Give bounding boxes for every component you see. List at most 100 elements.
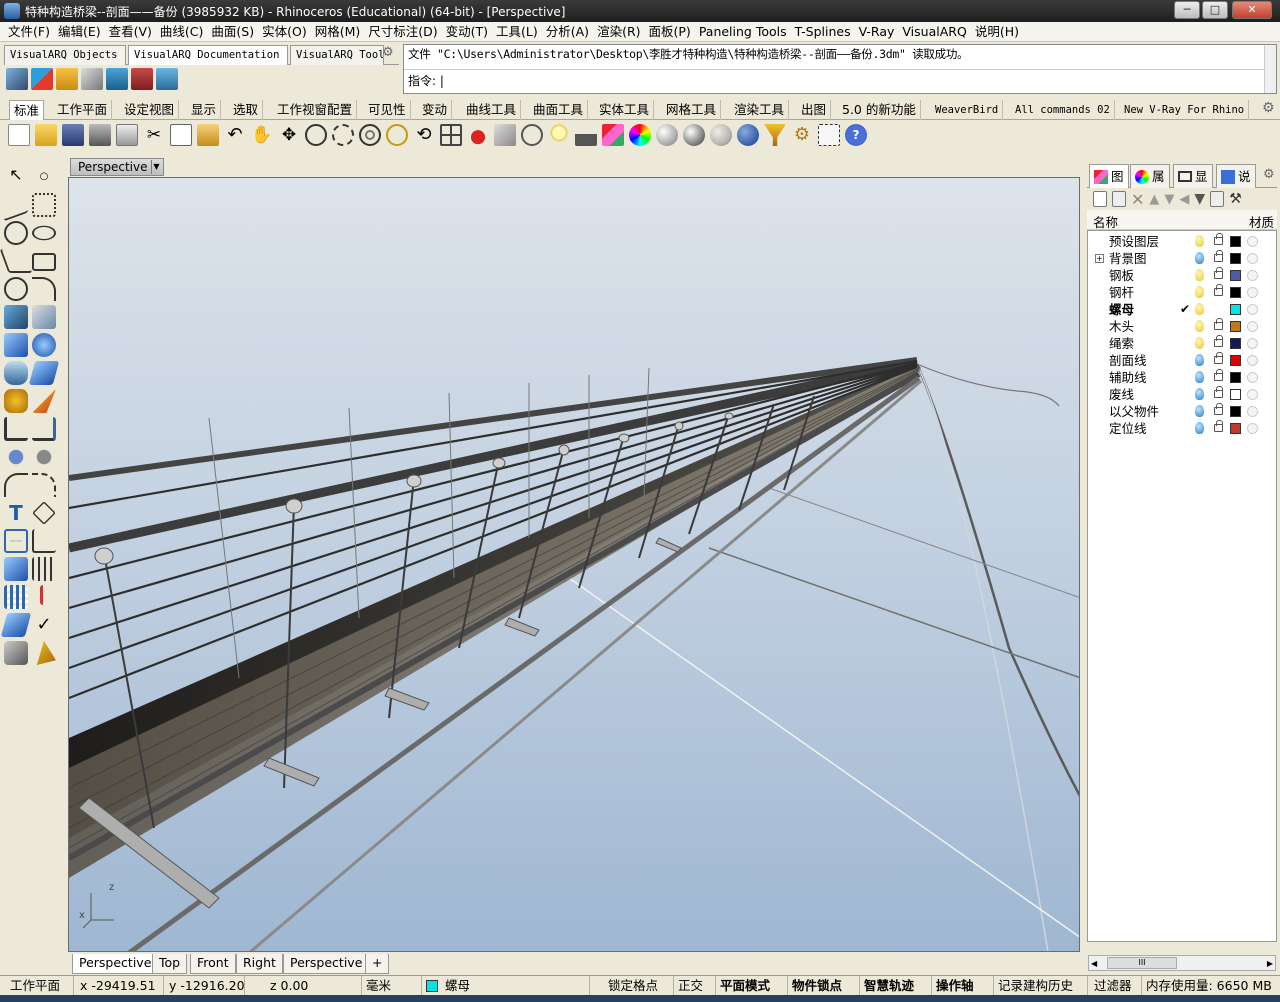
menu-mesh[interactable]: 网格(M): [311, 22, 365, 42]
group-icon[interactable]: [32, 445, 56, 469]
object-snap-icon[interactable]: [521, 124, 543, 146]
minimize-button[interactable]: ─: [1174, 1, 1200, 19]
material-sphere-icon[interactable]: [1247, 406, 1258, 417]
lightbulb-icon[interactable]: [1195, 388, 1204, 400]
lock-icon[interactable]: [1214, 284, 1223, 296]
polyline-icon[interactable]: [4, 188, 28, 222]
tab-visualarq-documentation[interactable]: VisualARQ Documentation: [128, 45, 288, 65]
ellipse-icon[interactable]: [32, 225, 56, 241]
cut-icon[interactable]: ✂: [143, 124, 165, 146]
xray-icon[interactable]: [710, 124, 732, 146]
array-icon[interactable]: [4, 585, 28, 609]
tab-layers[interactable]: 图: [1089, 164, 1129, 188]
surface-icon[interactable]: [4, 305, 28, 329]
window-object-icon[interactable]: [31, 68, 53, 90]
gear-icon[interactable]: ⚙: [1263, 167, 1275, 182]
properties-icon[interactable]: [494, 124, 516, 146]
menu-help[interactable]: 说明(H): [971, 22, 1023, 42]
lock-icon[interactable]: [1214, 403, 1223, 415]
layer-row[interactable]: 辅助线: [1088, 369, 1276, 386]
four-viewports-icon[interactable]: [440, 124, 462, 146]
solid-edit-icon[interactable]: [4, 557, 28, 581]
panel-horizontal-scrollbar[interactable]: ◀ III ▶: [1088, 955, 1276, 971]
offset-icon[interactable]: [32, 473, 56, 497]
perspective-viewport[interactable]: z x: [68, 177, 1080, 952]
gear-icon[interactable]: ⚙: [791, 124, 813, 146]
analyze-icon[interactable]: [0, 613, 32, 637]
status-smarttrack[interactable]: 智慧轨迹: [860, 976, 932, 996]
rendered-icon[interactable]: [683, 124, 705, 146]
tab-display-panel[interactable]: 显: [1173, 164, 1213, 188]
render-sphere-icon[interactable]: [737, 124, 759, 146]
lightbulb-icon[interactable]: [1195, 303, 1204, 315]
menu-analyze[interactable]: 分析(A): [542, 22, 593, 42]
tab-transform[interactable]: 变动: [418, 100, 453, 120]
tab-perspective-2[interactable]: Perspective: [283, 954, 370, 974]
lock-icon[interactable]: [1214, 386, 1223, 398]
layer-row[interactable]: 定位线: [1088, 420, 1276, 437]
house-icon[interactable]: [106, 68, 128, 90]
tab-properties[interactable]: 属: [1130, 164, 1170, 188]
lock-icon[interactable]: [1214, 318, 1223, 330]
expand-icon[interactable]: +: [1095, 254, 1104, 263]
text-icon[interactable]: T: [4, 501, 28, 525]
tab-mesh-tools[interactable]: 网格工具: [662, 100, 722, 120]
scroll-left-icon[interactable]: ◀: [1091, 959, 1097, 968]
layer-color-swatch[interactable]: [1230, 355, 1241, 366]
chevron-down-icon[interactable]: ▼: [151, 160, 161, 174]
tab-visibility[interactable]: 可见性: [364, 100, 411, 120]
rotate-icon[interactable]: ⟲: [413, 124, 435, 146]
lightbulb-icon[interactable]: [548, 124, 570, 146]
rotate-view-icon[interactable]: ✥: [278, 124, 300, 146]
lock-icon[interactable]: [1214, 335, 1223, 347]
menu-transform[interactable]: 变动(T): [442, 22, 492, 42]
tab-weaverbird[interactable]: WeaverBird: [931, 100, 1004, 120]
menu-curve[interactable]: 曲线(C): [156, 22, 207, 42]
wall-icon[interactable]: [6, 68, 28, 90]
lightbulb-icon[interactable]: [1195, 269, 1204, 281]
help-icon[interactable]: ?: [845, 124, 867, 146]
lightbulb-icon[interactable]: [1195, 337, 1204, 349]
lightbulb-icon[interactable]: [1195, 286, 1204, 298]
tab-visualarq-tools[interactable]: VisualARQ Tool: [290, 45, 384, 65]
paste-icon[interactable]: [197, 124, 219, 146]
fillet-edge-icon[interactable]: [4, 473, 28, 497]
layer-row[interactable]: 剖面线: [1088, 352, 1276, 369]
layer-color-swatch[interactable]: [1230, 423, 1241, 434]
lightbulb-icon[interactable]: [1195, 371, 1204, 383]
material-sphere-icon[interactable]: [1247, 372, 1258, 383]
tab-new-in-v5[interactable]: 5.0 的新功能: [838, 100, 921, 120]
layer-color-swatch[interactable]: [1230, 372, 1241, 383]
lightbulb-icon[interactable]: [1195, 320, 1204, 332]
gear-icon[interactable]: ⚙: [382, 45, 394, 60]
layer-row[interactable]: 废线: [1088, 386, 1276, 403]
tab-viewport-layout[interactable]: 工作视窗配置: [273, 100, 358, 120]
command-line[interactable]: 指令: |: [404, 69, 1264, 91]
menu-vray[interactable]: V-Ray: [855, 22, 899, 42]
box-icon[interactable]: [4, 333, 28, 357]
tab-drafting[interactable]: 出图: [797, 100, 832, 120]
tools-icon[interactable]: ⚒: [1229, 191, 1242, 207]
tab-perspective[interactable]: Perspective: [72, 954, 159, 974]
scroll-thumb[interactable]: III: [1107, 957, 1177, 969]
boolean-icon[interactable]: [32, 389, 56, 413]
arc-icon[interactable]: [0, 249, 33, 273]
move-down-icon[interactable]: ▼: [1164, 192, 1174, 207]
lightbulb-icon[interactable]: [1195, 252, 1204, 264]
move-up-icon[interactable]: ▲: [1149, 192, 1159, 207]
scroll-right-icon[interactable]: ▶: [1267, 959, 1273, 968]
align-icon[interactable]: [40, 585, 64, 605]
layer-row[interactable]: 钢板: [1088, 267, 1276, 284]
layer-color-swatch[interactable]: [1230, 321, 1241, 332]
status-planar[interactable]: 平面模式: [716, 976, 788, 996]
material-sphere-icon[interactable]: [1247, 321, 1258, 332]
tab-render-tools[interactable]: 渲染工具: [730, 100, 790, 120]
layer-row[interactable]: + 背景图: [1088, 250, 1276, 267]
status-record-history[interactable]: 记录建构历史: [994, 976, 1088, 996]
layer-row[interactable]: 钢杆: [1088, 284, 1276, 301]
material-sphere-icon[interactable]: [1247, 304, 1258, 315]
tab-select[interactable]: 选取: [229, 100, 264, 120]
tab-front[interactable]: Front: [190, 954, 236, 974]
undo-icon[interactable]: ↶: [224, 124, 246, 146]
tab-cplanes[interactable]: 工作平面: [53, 100, 113, 120]
